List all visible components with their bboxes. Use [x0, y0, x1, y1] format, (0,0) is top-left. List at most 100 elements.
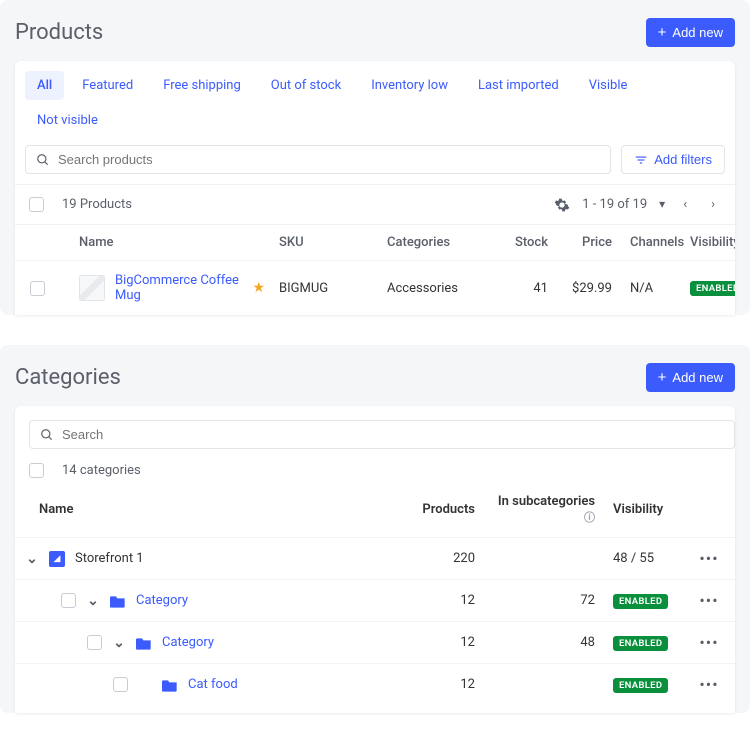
count-label: 19 Products	[62, 197, 132, 212]
visibility-badge: ENABLED	[613, 678, 668, 693]
cell-price: $29.99	[562, 281, 626, 296]
row-actions-button[interactable]: •••	[689, 633, 729, 652]
pager-prev-button[interactable]	[677, 195, 693, 214]
categories-add-new-button[interactable]: + Add new	[646, 363, 735, 392]
search-icon	[40, 428, 54, 442]
chevron-down-icon[interactable]	[86, 593, 100, 609]
col-channels: Channels	[626, 235, 686, 250]
categories-header: Categories + Add new	[15, 357, 735, 406]
categories-count-row: 14 categories	[15, 449, 735, 482]
col-stock: Stock	[488, 235, 562, 250]
tab-featured[interactable]: Featured	[70, 71, 145, 100]
category-name[interactable]: Cat food	[188, 677, 238, 692]
product-name-link[interactable]: BigCommerce Coffee Mug	[115, 273, 242, 303]
cell-sub: 72	[489, 593, 609, 608]
col-products: Products	[415, 502, 489, 517]
cell-channels: N/A	[626, 281, 686, 296]
row-actions-button[interactable]: •••	[689, 549, 729, 568]
tab-free-shipping[interactable]: Free shipping	[151, 71, 253, 100]
categories-search-input[interactable]	[62, 427, 724, 442]
col-sku: SKU	[275, 235, 383, 250]
cell-products: 12	[415, 635, 489, 650]
cell-products: 12	[415, 677, 489, 692]
table-row: BigCommerce Coffee Mug ★ BIGMUG Accessor…	[15, 260, 735, 315]
tab-not-visible[interactable]: Not visible	[25, 106, 110, 135]
category-name[interactable]: Category	[136, 593, 188, 608]
pager-text: 1 - 19 of 19	[582, 197, 647, 212]
products-header: Products + Add new	[15, 12, 735, 61]
products-card: All Featured Free shipping Out of stock …	[15, 61, 735, 315]
count-row: 19 Products 1 - 19 of 19	[15, 184, 735, 225]
category-row: Category 12 72 ENABLED •••	[15, 579, 735, 621]
visibility-badge: ENABLED	[690, 281, 735, 296]
row-actions-button[interactable]: •••	[689, 591, 729, 610]
tab-last-imported[interactable]: Last imported	[466, 71, 571, 100]
star-icon[interactable]: ★	[252, 280, 265, 296]
row-checkbox[interactable]	[61, 593, 76, 608]
categories-title: Categories	[15, 365, 121, 390]
add-filters-label: Add filters	[654, 152, 712, 167]
cell-sku: BIGMUG	[275, 281, 383, 296]
visibility-badge: ENABLED	[613, 594, 668, 609]
row-checkbox[interactable]	[30, 281, 45, 296]
cell-sub: 48	[489, 635, 609, 650]
search-icon	[36, 153, 50, 167]
products-table-header: Name SKU Categories Stock Price Channels…	[15, 225, 735, 260]
search-row: Add filters	[15, 135, 735, 184]
count-right: 1 - 19 of 19	[554, 195, 721, 214]
visibility-badge: ENABLED	[613, 636, 668, 651]
row-checkbox[interactable]	[113, 677, 128, 692]
filter-icon	[634, 153, 648, 167]
col-subcategories: In subcategories ⓘ	[489, 494, 609, 525]
col-name: Name	[59, 235, 275, 250]
chevron-down-icon[interactable]	[25, 551, 39, 567]
col-categories: Categories	[383, 235, 488, 250]
cell-categories: Accessories	[383, 281, 488, 296]
products-add-new-button[interactable]: + Add new	[646, 18, 735, 47]
categories-select-all-checkbox[interactable]	[29, 463, 44, 478]
folder-icon	[162, 678, 178, 692]
category-name[interactable]: Storefront 1	[75, 551, 144, 566]
add-filters-button[interactable]: Add filters	[621, 145, 725, 174]
select-all-checkbox[interactable]	[29, 197, 44, 212]
tab-all[interactable]: All	[25, 71, 64, 100]
col-visibility: Visibility	[609, 502, 689, 517]
cell-stock: 41	[488, 281, 562, 296]
search-box[interactable]	[25, 145, 611, 174]
category-name[interactable]: Category	[162, 635, 214, 650]
cell-visibility: ENABLED	[609, 593, 689, 609]
row-checkbox[interactable]	[87, 635, 102, 650]
cell-visibility: ENABLED	[686, 280, 735, 296]
pager-dropdown-icon[interactable]	[659, 197, 665, 212]
col-name: Name	[15, 502, 415, 517]
add-new-label: Add new	[672, 370, 723, 385]
cell-visibility: 48 / 55	[609, 551, 689, 566]
info-icon[interactable]: ⓘ	[584, 511, 595, 524]
plus-icon: +	[658, 370, 667, 385]
cell-products: 12	[415, 593, 489, 608]
chevron-down-icon[interactable]	[112, 635, 126, 651]
count-left: 19 Products	[29, 197, 132, 212]
gear-icon[interactable]	[554, 197, 570, 213]
cell-visibility: ENABLED	[609, 635, 689, 651]
row-actions-button[interactable]: •••	[689, 675, 729, 694]
add-new-label: Add new	[672, 25, 723, 40]
categories-search-box[interactable]	[29, 420, 735, 449]
folder-icon	[136, 636, 152, 650]
pager-next-button[interactable]	[705, 195, 721, 214]
categories-card: 14 categories Name Products In subcatego…	[15, 406, 735, 713]
category-row: ◢ Storefront 1 220 48 / 55 •••	[15, 537, 735, 579]
cell-name: BigCommerce Coffee Mug ★	[59, 273, 275, 303]
products-panel: Products + Add new All Featured Free shi…	[0, 0, 750, 315]
cell-visibility: ENABLED	[609, 677, 689, 693]
tab-out-of-stock[interactable]: Out of stock	[259, 71, 353, 100]
categories-panel: Categories + Add new 14 categories Name …	[0, 345, 750, 713]
products-title: Products	[15, 20, 103, 45]
tab-inventory-low[interactable]: Inventory low	[359, 71, 460, 100]
storefront-icon: ◢	[49, 551, 65, 567]
search-input[interactable]	[58, 152, 600, 167]
products-tabs: All Featured Free shipping Out of stock …	[15, 61, 735, 135]
category-row: Category 12 48 ENABLED •••	[15, 621, 735, 663]
cell-products: 220	[415, 551, 489, 566]
tab-visible[interactable]: Visible	[577, 71, 640, 100]
